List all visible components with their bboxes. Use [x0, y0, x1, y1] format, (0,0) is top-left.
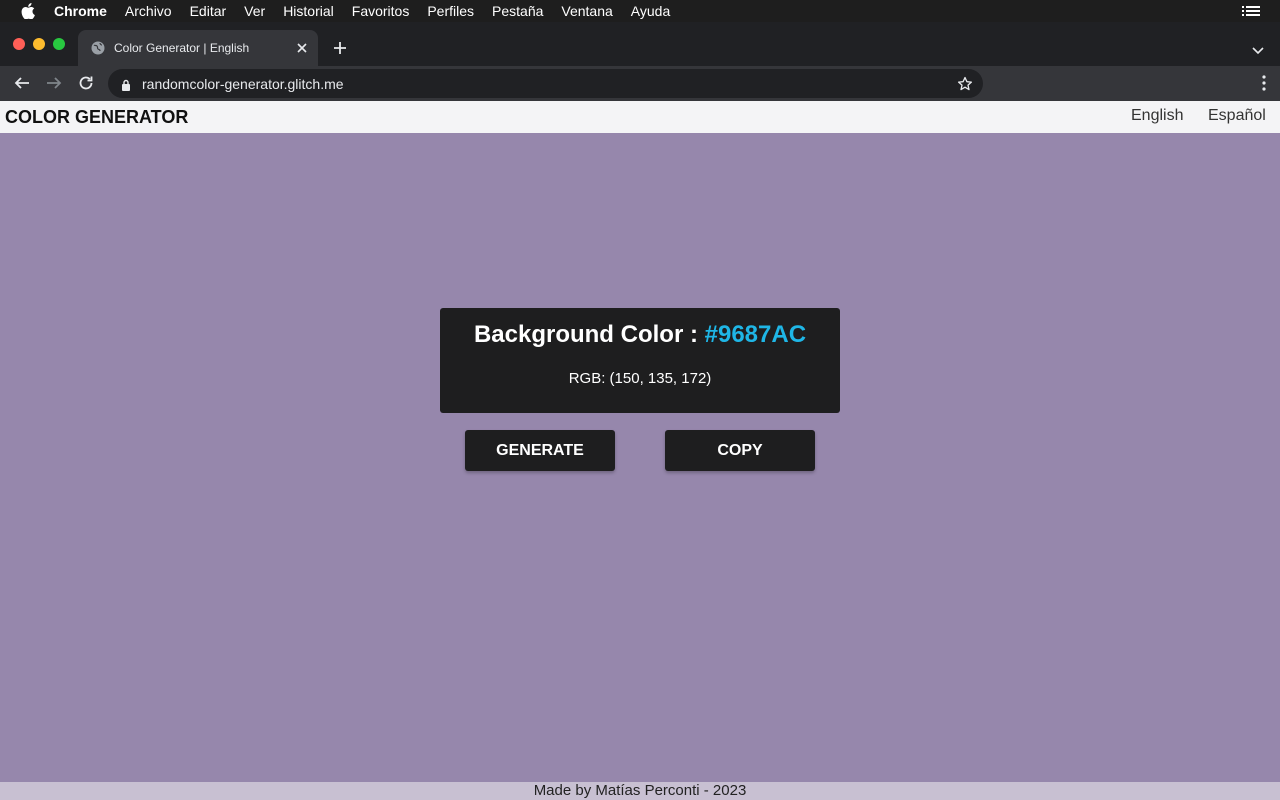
chevron-down-icon[interactable] — [1252, 42, 1264, 55]
menu-perfiles[interactable]: Perfiles — [427, 3, 474, 19]
window-zoom-button[interactable] — [53, 38, 65, 50]
back-arrow-icon[interactable] — [13, 74, 31, 92]
kebab-menu-icon[interactable] — [1262, 75, 1266, 91]
reload-icon[interactable] — [77, 74, 95, 92]
generate-button[interactable]: GENERATE — [465, 430, 615, 471]
browser-tab-active[interactable]: Color Generator | English — [78, 30, 318, 66]
lock-icon[interactable] — [121, 78, 131, 91]
new-tab-icon[interactable] — [332, 40, 348, 56]
menu-favoritos[interactable]: Favoritos — [352, 3, 410, 19]
url-text[interactable]: randomcolor-generator.glitch.me — [142, 76, 957, 92]
site-footer: Made by Matías Perconti - 2023 — [0, 782, 1280, 800]
browser-toolbar: randomcolor-generator.glitch.me — [0, 66, 1280, 101]
list-icon[interactable] — [1242, 3, 1260, 19]
hex-value: #9687AC — [704, 321, 807, 348]
menu-ver[interactable]: Ver — [244, 3, 265, 19]
site-header: COLOR GENERATOR English Español — [0, 101, 1280, 133]
window-minimize-button[interactable] — [33, 38, 45, 50]
site-brand[interactable]: COLOR GENERATOR — [5, 107, 188, 128]
menu-ayuda[interactable]: Ayuda — [631, 3, 670, 19]
address-bar[interactable]: randomcolor-generator.glitch.me — [108, 69, 983, 98]
menu-archivo[interactable]: Archivo — [125, 3, 172, 19]
copy-button[interactable]: COPY — [665, 430, 815, 471]
menu-ventana[interactable]: Ventana — [561, 3, 612, 19]
forward-arrow-icon[interactable] — [45, 74, 63, 92]
color-heading: Background Color : #9687AC — [440, 321, 840, 349]
color-info-card: Background Color : #9687AC RGB: (150, 13… — [440, 308, 840, 413]
color-label: Background Color : — [473, 321, 705, 348]
tab-title: Color Generator | English — [114, 41, 250, 55]
browser-tabstrip: Color Generator | English — [0, 22, 1280, 66]
globe-icon — [91, 41, 105, 55]
menu-app-name[interactable]: Chrome — [54, 3, 107, 19]
menu-historial[interactable]: Historial — [283, 3, 334, 19]
menu-pestana[interactable]: Pestaña — [492, 3, 543, 19]
color-background-area: Background Color : #9687AC RGB: (150, 13… — [0, 133, 1280, 782]
macos-menubar: Chrome Archivo Editar Ver Historial Favo… — [0, 0, 1280, 22]
window-close-button[interactable] — [13, 38, 25, 50]
menu-editar[interactable]: Editar — [190, 3, 227, 19]
language-link-espanol[interactable]: Español — [1208, 107, 1266, 125]
rgb-value: RGB: (150, 135, 172) — [568, 370, 712, 387]
language-link-english[interactable]: English — [1131, 107, 1183, 125]
tab-close-icon[interactable] — [296, 42, 308, 54]
star-icon[interactable] — [957, 76, 973, 92]
apple-icon[interactable] — [20, 0, 36, 22]
